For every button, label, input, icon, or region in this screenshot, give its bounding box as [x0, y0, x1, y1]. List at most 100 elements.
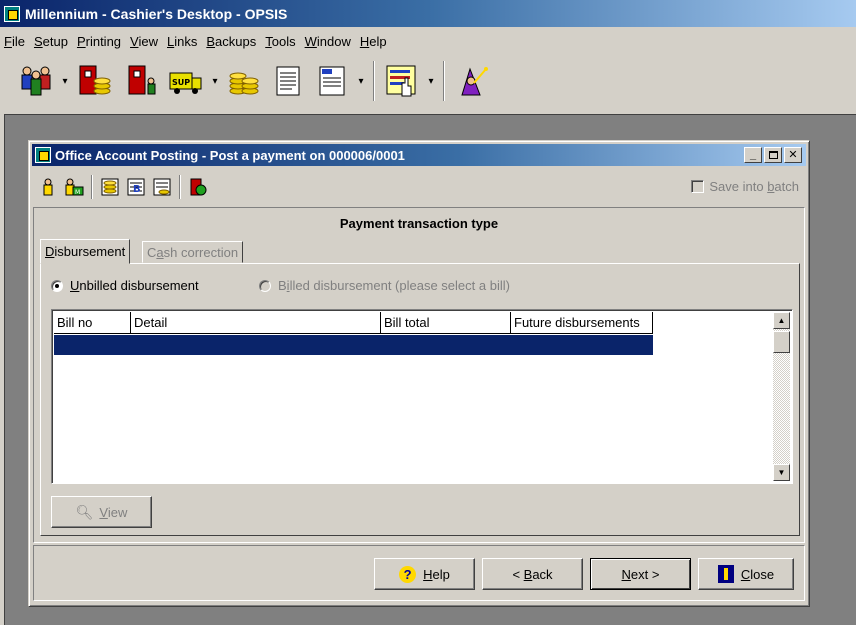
view-button-label: View [99, 504, 128, 520]
scroll-button[interactable] [266, 59, 310, 103]
bill-ledger-icon: B [127, 178, 145, 196]
person-transfer-icon [128, 65, 156, 95]
back-button-label: < Back [512, 566, 553, 582]
payment-content-panel: Payment transaction type Disbursement Ca… [33, 207, 805, 543]
matter-button[interactable]: M [61, 174, 87, 200]
matter-person-icon: M [65, 178, 84, 196]
coins-button[interactable] [222, 59, 266, 103]
tab-disbursement[interactable]: Disbursement [40, 239, 131, 264]
maximize-button[interactable] [764, 147, 782, 163]
posting-button[interactable] [185, 174, 211, 200]
bills-grid[interactable]: Bill no Detail Bill total Future disburs… [51, 309, 793, 484]
form-dropdown[interactable] [354, 59, 368, 103]
toolbar-separator [179, 175, 181, 199]
minimize-icon: _ [749, 148, 757, 161]
list-dropdown[interactable] [424, 59, 438, 103]
table-cell[interactable] [381, 335, 511, 355]
svg-text:M: M [75, 189, 80, 196]
billed-disbursement-radio[interactable]: Billed disbursement (please select a bil… [259, 278, 510, 293]
people-dropdown[interactable] [58, 59, 72, 103]
view-button[interactable]: 🔍︎ View [51, 496, 152, 528]
wizard-icon [461, 67, 488, 96]
cashbook-button[interactable] [149, 174, 175, 200]
column-header-bill-total[interactable]: Bill total [381, 312, 511, 334]
supplier-button[interactable]: SUP [164, 59, 208, 103]
coins-ledger-icon [101, 178, 119, 196]
svg-text:B: B [133, 184, 141, 195]
menu-links[interactable]: Links [167, 34, 197, 49]
menu-printing[interactable]: Printing [77, 34, 121, 49]
menu-view[interactable]: View [130, 34, 158, 49]
save-into-batch-label: Save into batch [709, 179, 799, 194]
help-button-label: Help [423, 566, 450, 582]
unbilled-disbursement-label: Unbilled disbursement [70, 278, 199, 293]
vertical-scrollbar[interactable]: ▲ ▼ [773, 312, 790, 481]
scroll-document-icon [276, 66, 300, 96]
column-header-detail[interactable]: Detail [131, 312, 381, 334]
menu-help[interactable]: Help [360, 34, 387, 49]
cashier-coins-icon [79, 65, 111, 95]
column-header-future-disbursements[interactable]: Future disbursements [511, 312, 653, 334]
table-row[interactable] [54, 335, 653, 355]
close-button-label: Close [740, 566, 775, 582]
scroll-down-button[interactable]: ▼ [773, 464, 790, 481]
billed-disbursement-label: Billed disbursement (please select a bil… [278, 278, 510, 293]
person-button[interactable] [35, 174, 61, 200]
arrow-down-icon: ▼ [777, 468, 786, 477]
table-cell[interactable] [54, 335, 131, 355]
hand-pointer-list-icon [386, 65, 416, 97]
menu-file[interactable]: File [4, 34, 25, 49]
disbursement-tab-panel: Unbilled disbursement Billed disbursemen… [40, 263, 800, 536]
table-cell[interactable] [131, 335, 381, 355]
menu-setup[interactable]: Setup [34, 34, 68, 49]
close-button[interactable]: Close [698, 558, 794, 590]
scroll-thumb[interactable] [773, 331, 790, 353]
people-button[interactable] [14, 59, 58, 103]
app-title: Millennium - Cashier's Desktop - OPSIS [25, 5, 288, 22]
unbilled-disbursement-radio[interactable]: Unbilled disbursement [51, 278, 199, 293]
list-button[interactable] [380, 59, 424, 103]
close-window-button[interactable]: ✕ [784, 147, 802, 163]
app-title-bar[interactable]: Millennium - Cashier's Desktop - OPSIS [0, 0, 856, 27]
next-button[interactable]: Next > [590, 558, 691, 590]
column-header-bill-no[interactable]: Bill no [54, 312, 131, 334]
scroll-up-button[interactable]: ▲ [773, 312, 790, 329]
coin-stack-icon [229, 72, 259, 95]
supplier-dropdown[interactable] [208, 59, 222, 103]
child-title-bar[interactable]: Office Account Posting - Post a payment … [32, 144, 806, 166]
dialog-button-bar: ? Help < Back Next > Close [33, 545, 805, 601]
cashier-button[interactable] [72, 59, 116, 103]
checkbox-box[interactable] [691, 180, 705, 193]
menu-backups[interactable]: Backups [206, 34, 256, 49]
app-icon[interactable] [4, 5, 20, 22]
window-icon[interactable] [35, 147, 51, 163]
back-button[interactable]: < Back [482, 558, 583, 590]
save-into-batch-checkbox[interactable]: Save into batch [691, 179, 799, 194]
help-button[interactable]: ? Help [374, 558, 475, 590]
toolbar-separator [373, 61, 375, 101]
svg-text:SUP: SUP [172, 78, 190, 87]
menu-tools[interactable]: Tools [265, 34, 295, 49]
next-button-label: Next > [621, 566, 660, 582]
menu-bar: File Setup Printing View Links Backups T… [0, 30, 856, 52]
toolbar-separator [443, 61, 445, 101]
supplier-truck-icon: SUP [169, 72, 202, 94]
transfer-button[interactable] [120, 59, 164, 103]
radio-selected[interactable] [51, 279, 63, 292]
toolbar-separator [91, 175, 93, 199]
radio-unselected[interactable] [259, 279, 271, 292]
wizard-button[interactable] [450, 59, 494, 103]
menu-window[interactable]: Window [305, 34, 351, 49]
posting-toolbar: M B [35, 170, 805, 204]
form-button[interactable] [310, 59, 354, 103]
form-document-icon [319, 66, 345, 96]
minimize-button[interactable]: _ [744, 147, 762, 163]
office-account-posting-window: Office Account Posting - Post a payment … [28, 140, 810, 607]
maximize-icon [768, 151, 778, 159]
main-toolbar: SUP [0, 55, 856, 107]
tab-cash-correction[interactable]: Ca sh correction [142, 241, 244, 263]
coins-ledger-button[interactable] [97, 174, 123, 200]
grid-header: Bill no Detail Bill total Future disburs… [54, 312, 653, 334]
table-cell[interactable] [511, 335, 653, 355]
bill-ledger-button[interactable]: B [123, 174, 149, 200]
